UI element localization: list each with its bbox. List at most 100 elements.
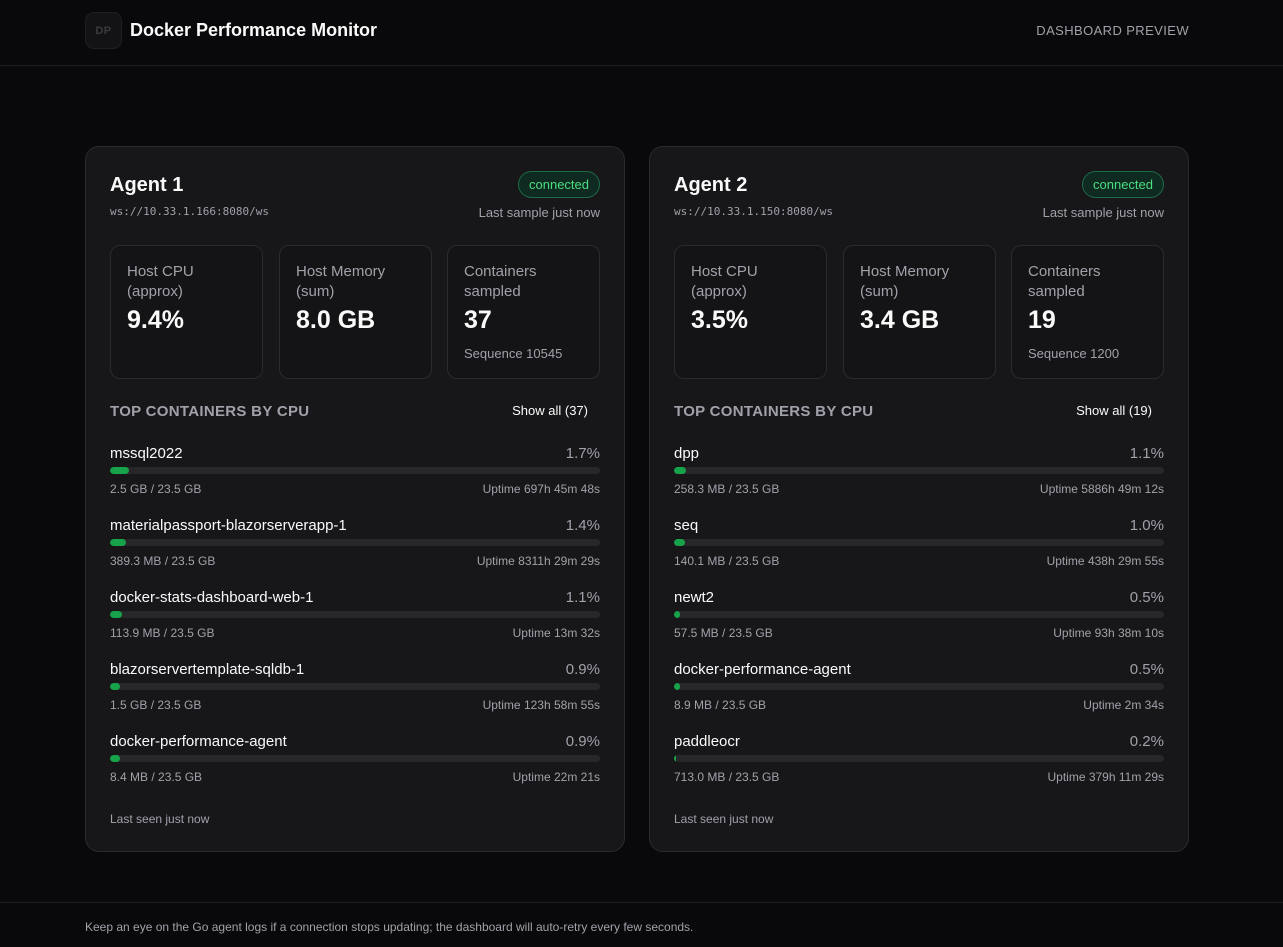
container-name: blazorservertemplate-sqldb-1: [110, 661, 305, 678]
cpu-bar-fill: [674, 755, 676, 762]
cpu-bar-fill: [674, 539, 685, 546]
container-cpu: 1.1%: [1129, 445, 1164, 462]
section-title: TOP CONTAINERS BY CPU: [110, 403, 310, 420]
cpu-bar: [674, 611, 1164, 618]
cpu-bar: [110, 611, 600, 618]
last-sample-text: Last sample just now: [1042, 205, 1164, 220]
cpu-bar-fill: [110, 539, 126, 546]
cpu-bar-fill: [674, 683, 680, 690]
container-cpu: 0.9%: [565, 733, 600, 750]
last-seen-text: Last seen just now: [674, 812, 774, 826]
app-logo: DP: [85, 12, 122, 49]
stat-label: Containers sampled: [1028, 263, 1101, 300]
container-memory: 140.1 MB / 23.5 GB: [674, 554, 780, 568]
container-cpu: 1.4%: [565, 517, 600, 534]
status-badge: connected: [518, 171, 600, 198]
container-memory: 389.3 MB / 23.5 GB: [110, 554, 216, 568]
cpu-bar: [674, 467, 1164, 474]
container-uptime: Uptime 123h 58m 55s: [482, 698, 600, 712]
sequence-text: Sequence 1200: [1028, 346, 1120, 361]
container-row: docker-performance-agent 0.5% 8.9 MB / 2…: [674, 661, 1164, 721]
container-cpu: 0.5%: [1129, 589, 1164, 606]
container-cpu: 0.5%: [1129, 661, 1164, 678]
container-row: blazorservertemplate-sqldb-1 0.9% 1.5 GB…: [110, 661, 600, 721]
container-name: dpp: [674, 445, 700, 462]
container-name: docker-performance-agent: [674, 661, 851, 678]
container-memory: 8.4 MB / 23.5 GB: [110, 770, 203, 784]
container-name: paddleocr: [674, 733, 740, 750]
container-uptime: Uptime 8311h 29m 29s: [476, 554, 600, 568]
stat-value: 9.4%: [127, 306, 184, 334]
cpu-bar: [674, 539, 1164, 546]
container-cpu: 0.9%: [565, 661, 600, 678]
container-uptime: Uptime 5886h 49m 12s: [1039, 482, 1164, 496]
last-seen-text: Last seen just now: [110, 812, 210, 826]
container-memory: 8.9 MB / 23.5 GB: [674, 698, 767, 712]
stat-label: Host CPU (approx): [691, 263, 758, 300]
container-cpu: 0.2%: [1129, 733, 1164, 750]
stat-value: 8.0 GB: [296, 306, 376, 334]
container-row: docker-performance-agent 0.9% 8.4 MB / 2…: [110, 733, 600, 793]
containers-sampled-stat: Containers sampled 19 Sequence 1200: [1011, 245, 1164, 379]
stat-label: Host Memory (sum): [296, 263, 386, 300]
cpu-bar: [110, 683, 600, 690]
container-memory: 2.5 GB / 23.5 GB: [110, 482, 202, 496]
container-name: mssql2022: [110, 445, 183, 462]
cpu-bar-fill: [110, 755, 120, 762]
stat-label: Host Memory (sum): [860, 263, 950, 300]
container-uptime: Uptime 93h 38m 10s: [1053, 626, 1164, 640]
last-sample-text: Last sample just now: [478, 205, 600, 220]
container-uptime: Uptime 22m 21s: [512, 770, 600, 784]
app-title: Docker Performance Monitor: [130, 20, 378, 40]
cpu-bar-fill: [674, 611, 680, 618]
host-cpu-stat: Host CPU (approx) 9.4%: [110, 245, 263, 379]
cpu-bar-fill: [110, 467, 129, 474]
container-cpu: 1.7%: [565, 445, 600, 462]
cpu-bar-fill: [110, 683, 120, 690]
cpu-bar-fill: [674, 467, 686, 474]
container-name: docker-stats-dashboard-web-1: [110, 589, 314, 606]
container-uptime: Uptime 13m 32s: [512, 626, 600, 640]
section-title: TOP CONTAINERS BY CPU: [674, 403, 874, 420]
container-cpu: 1.0%: [1129, 517, 1164, 534]
container-memory: 713.0 MB / 23.5 GB: [674, 770, 780, 784]
agent-url: ws://10.33.1.166:8080/ws: [110, 205, 269, 218]
cpu-bar: [110, 755, 600, 762]
container-uptime: Uptime 379h 11m 29s: [1047, 770, 1164, 784]
container-row: materialpassport-blazorserverapp-1 1.4% …: [110, 517, 600, 577]
container-memory: 57.5 MB / 23.5 GB: [674, 626, 773, 640]
stat-label: Containers sampled: [464, 263, 537, 300]
container-uptime: Uptime 697h 45m 48s: [482, 482, 600, 496]
show-all-button[interactable]: Show all (37): [512, 403, 588, 418]
footer-text: Keep an eye on the Go agent logs if a co…: [85, 920, 694, 934]
container-cpu: 1.1%: [565, 589, 600, 606]
cpu-bar: [674, 755, 1164, 762]
agent-url: ws://10.33.1.150:8080/ws: [674, 205, 833, 218]
stat-value: 3.5%: [691, 306, 748, 334]
footer: Keep an eye on the Go agent logs if a co…: [0, 902, 1283, 947]
stat-value: 19: [1028, 306, 1056, 334]
host-memory-stat: Host Memory (sum) 3.4 GB: [843, 245, 996, 379]
containers-sampled-stat: Containers sampled 37 Sequence 10545: [447, 245, 600, 379]
container-name: materialpassport-blazorserverapp-1: [110, 517, 347, 534]
agent-card: Agent 1 ws://10.33.1.166:8080/ws connect…: [85, 146, 625, 852]
stat-value: 3.4 GB: [860, 306, 940, 334]
container-row: docker-stats-dashboard-web-1 1.1% 113.9 …: [110, 589, 600, 649]
agent-name: Agent 1: [110, 174, 184, 196]
container-row: paddleocr 0.2% 713.0 MB / 23.5 GB Uptime…: [674, 733, 1164, 793]
host-cpu-stat: Host CPU (approx) 3.5%: [674, 245, 827, 379]
container-row: dpp 1.1% 258.3 MB / 23.5 GB Uptime 5886h…: [674, 445, 1164, 505]
container-name: newt2: [674, 589, 715, 606]
cpu-bar-fill: [110, 611, 122, 618]
host-memory-stat: Host Memory (sum) 8.0 GB: [279, 245, 432, 379]
agent-card: Agent 2 ws://10.33.1.150:8080/ws connect…: [649, 146, 1189, 852]
container-memory: 1.5 GB / 23.5 GB: [110, 698, 202, 712]
container-name: docker-performance-agent: [110, 733, 287, 750]
cpu-bar: [674, 683, 1164, 690]
show-all-button[interactable]: Show all (19): [1076, 403, 1152, 418]
top-bar: DP Docker Performance Monitor DASHBOARD …: [0, 0, 1283, 66]
cpu-bar: [110, 539, 600, 546]
container-memory: 113.9 MB / 23.5 GB: [110, 626, 215, 640]
container-name: seq: [674, 517, 699, 534]
cpu-bar: [110, 467, 600, 474]
